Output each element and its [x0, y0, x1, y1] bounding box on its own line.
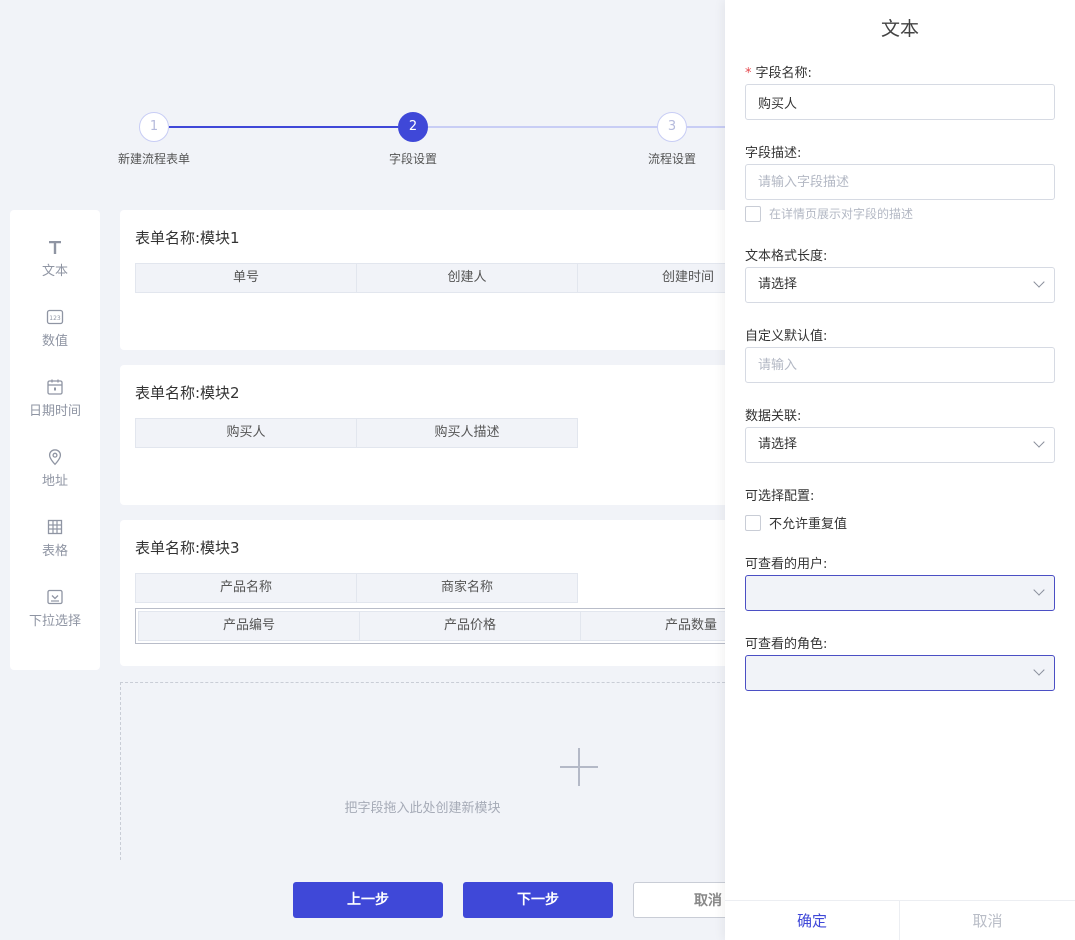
step-1: 1 新建流程表单 — [94, 112, 214, 167]
step-number: 3 — [657, 112, 687, 142]
module-field-row-selected[interactable]: 产品编号 产品价格 产品数量 — [135, 608, 725, 644]
default-value-input[interactable] — [745, 347, 1055, 383]
palette-label: 表格 — [41, 544, 68, 559]
location-icon — [10, 446, 100, 468]
module-title: 表单名称:模块3 — [135, 539, 240, 557]
field-cell[interactable]: 商家名称 — [356, 573, 578, 603]
field-cell[interactable]: 创建人 — [356, 263, 578, 293]
field-cell[interactable]: 购买人描述 — [356, 418, 578, 448]
select-value: 请选择 — [758, 437, 798, 452]
module-field-row: 单号 创建人 创建时间 — [135, 263, 725, 293]
no-duplicate-checkbox-row[interactable]: 不允许重复值 — [745, 513, 847, 532]
panel-footer: 确定 取消 — [725, 900, 1075, 940]
module-field-row: 产品名称 商家名称 — [135, 573, 578, 603]
module-field-row: 购买人 购买人描述 — [135, 418, 578, 448]
palette-item-number[interactable]: 123 数值 — [10, 306, 100, 349]
visible-roles-label: 可查看的角色: — [745, 637, 828, 652]
dropdown-icon — [10, 586, 100, 608]
required-mark: * — [745, 66, 752, 81]
field-cell[interactable]: 产品数量 — [580, 611, 725, 641]
field-name-input[interactable] — [745, 84, 1055, 120]
select-value: 请选择 — [758, 277, 798, 292]
field-palette: 文本 123 数值 日期时间 地址 表格 下拉选择 — [10, 210, 100, 670]
field-cell[interactable]: 创建时间 — [577, 263, 725, 293]
prev-step-button[interactable]: 上一步 — [293, 882, 443, 918]
field-cell[interactable]: 单号 — [135, 263, 357, 293]
svg-text:123: 123 — [49, 315, 61, 322]
option-config-label: 可选择配置: — [745, 489, 815, 504]
field-cell[interactable]: 产品名称 — [135, 573, 357, 603]
palette-label: 日期时间 — [28, 404, 81, 419]
field-cell[interactable]: 产品价格 — [359, 611, 581, 641]
new-module-dropzone[interactable] — [120, 682, 725, 860]
default-value-label: 自定义默认值: — [745, 329, 828, 344]
step-label: 新建流程表单 — [117, 152, 190, 166]
no-duplicate-checkbox-label: 不允许重复值 — [769, 517, 848, 532]
text-length-label: 文本格式长度: — [745, 249, 828, 264]
palette-item-datetime[interactable]: 日期时间 — [10, 376, 100, 419]
show-desc-checkbox[interactable] — [745, 205, 761, 222]
palette-item-dropdown[interactable]: 下拉选择 — [10, 586, 100, 629]
step-label: 流程设置 — [647, 152, 696, 166]
no-duplicate-checkbox[interactable] — [745, 514, 761, 531]
palette-label: 下拉选择 — [28, 614, 81, 629]
palette-item-address[interactable]: 地址 — [10, 446, 100, 489]
step-number: 1 — [139, 112, 169, 142]
field-desc-label: 字段描述: — [745, 146, 802, 161]
step-2: 2 字段设置 — [353, 112, 473, 167]
field-settings-panel: 文本 *字段名称: 字段描述: 在详情页展示对字段的描述 文本格式长度: 请选择… — [725, 0, 1075, 940]
step-label: 字段设置 — [388, 152, 437, 166]
number-icon: 123 — [10, 306, 100, 328]
data-link-select[interactable]: 请选择 — [745, 427, 1055, 463]
palette-label: 文本 — [41, 264, 68, 279]
visible-users-select[interactable] — [745, 575, 1055, 611]
chevron-down-icon — [1034, 280, 1044, 290]
plus-icon — [560, 748, 598, 786]
chevron-down-icon — [1034, 440, 1044, 450]
palette-item-text[interactable]: 文本 — [10, 236, 100, 279]
module-card-3: 表单名称:模块3 产品名称 商家名称 产品编号 产品价格 产品数量 — [120, 520, 725, 666]
panel-title: 文本 — [880, 18, 919, 40]
module-title: 表单名称:模块2 — [135, 384, 240, 402]
confirm-button[interactable]: 确定 — [725, 901, 900, 940]
text-icon — [10, 236, 100, 258]
show-desc-checkbox-row[interactable]: 在详情页展示对字段的描述 — [745, 205, 913, 222]
show-desc-checkbox-label: 在详情页展示对字段的描述 — [769, 207, 914, 221]
step-number: 2 — [398, 112, 428, 142]
table-icon — [10, 516, 100, 538]
visible-roles-select[interactable] — [745, 655, 1055, 691]
field-cell[interactable]: 购买人 — [135, 418, 357, 448]
data-link-label: 数据关联: — [745, 409, 802, 424]
module-card-2: 表单名称:模块2 购买人 购买人描述 — [120, 365, 725, 505]
panel-cancel-button[interactable]: 取消 — [900, 901, 1075, 940]
calendar-icon — [10, 376, 100, 398]
field-name-label: * 字段名称: — [745, 62, 812, 81]
progress-steps: 1 新建流程表单 2 字段设置 3 流程设置 — [0, 112, 725, 172]
visible-users-label: 可查看的用户: — [745, 557, 828, 572]
text-length-select[interactable]: 请选择 — [745, 267, 1055, 303]
module-card-1: 表单名称:模块1 单号 创建人 创建时间 — [120, 210, 725, 350]
chevron-down-icon — [1034, 588, 1044, 598]
module-title: 表单名称:模块1 — [135, 229, 240, 247]
field-desc-input[interactable] — [745, 164, 1055, 200]
palette-label: 数值 — [41, 334, 68, 349]
dropzone-hint: 把字段拖入此处创建新模块 — [344, 801, 501, 816]
palette-item-table[interactable]: 表格 — [10, 516, 100, 559]
field-cell[interactable]: 产品编号 — [138, 611, 360, 641]
chevron-down-icon — [1034, 668, 1044, 678]
step-3: 3 流程设置 — [612, 112, 732, 167]
next-step-button[interactable]: 下一步 — [463, 882, 613, 918]
field-name-label-text: 字段名称: — [755, 66, 812, 81]
palette-label: 地址 — [41, 474, 68, 489]
